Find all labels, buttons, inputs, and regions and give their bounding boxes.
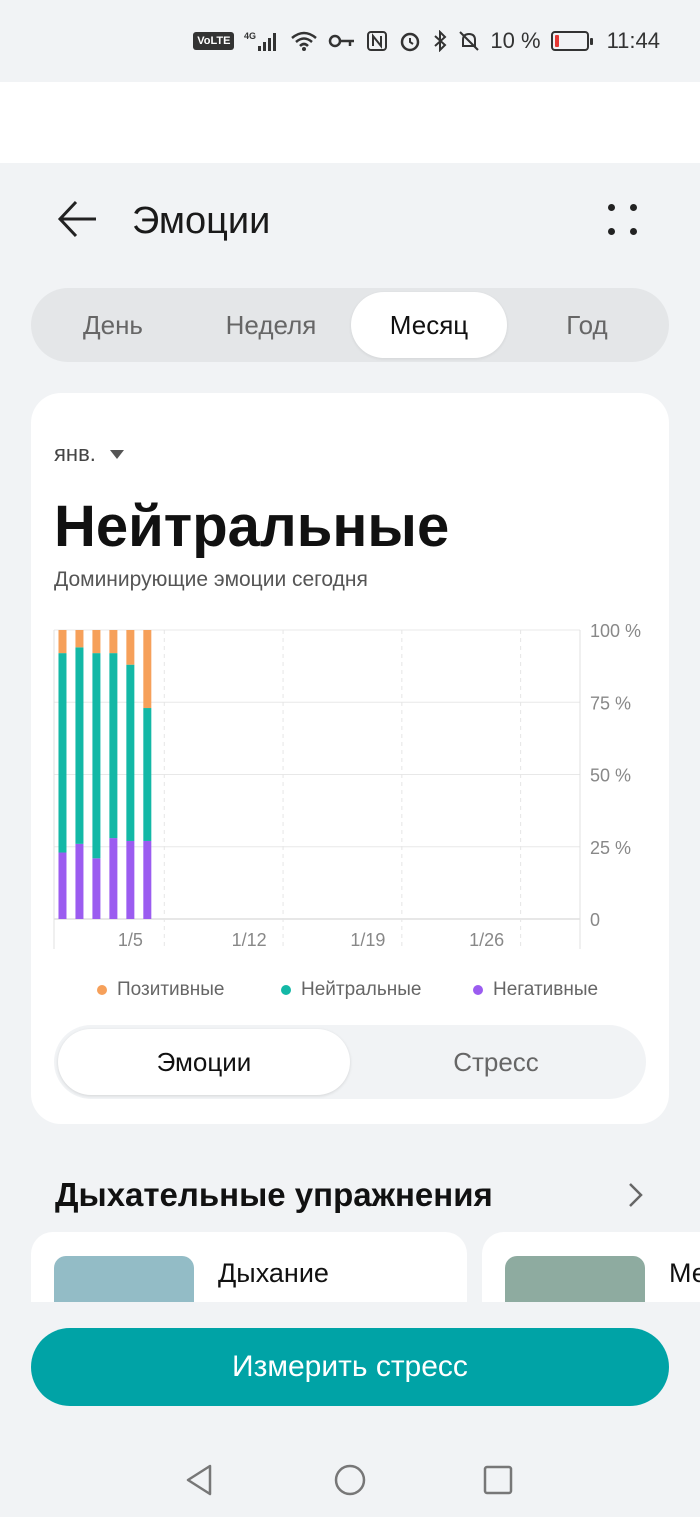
y-tick-label: 25 % <box>590 838 631 858</box>
bar-segment <box>126 664 135 841</box>
bar-segment <box>126 840 135 919</box>
breathing-card-image <box>54 1256 194 1302</box>
dominant-subtitle: Доминирующие эмоции сегодня <box>54 568 368 591</box>
arrow-left-icon[interactable] <box>52 194 102 244</box>
more-dots-icon[interactable] <box>600 198 644 242</box>
mode-toggle: Эмоции Стресс <box>54 1025 646 1099</box>
app-bar: Эмоции <box>0 180 700 260</box>
mute-icon <box>458 30 480 52</box>
bar-segment <box>58 653 67 853</box>
clock: 11:44 <box>606 28 660 53</box>
tab-day[interactable]: День <box>35 292 191 358</box>
breathing-card-second[interactable]: Ме <box>482 1232 700 1302</box>
month-selector[interactable]: янв. <box>54 441 124 467</box>
key-icon <box>328 30 356 52</box>
battery-icon <box>550 31 593 51</box>
dominant-emotion: Нейтральные <box>54 494 450 559</box>
system-nav-bar <box>0 1440 700 1517</box>
bar-segment <box>92 630 101 654</box>
banner-area <box>0 82 700 163</box>
bar-segment <box>75 843 84 919</box>
chart-svg: 100 % 75 % 50 % 25 % 0 1/5 1/12 1/19 1/26 <box>53 621 641 950</box>
page-title: Эмоции <box>132 200 271 242</box>
x-tick-label: 1/26 <box>469 930 504 950</box>
tab-year[interactable]: Год <box>509 292 665 358</box>
bar-segment <box>92 858 101 919</box>
bar-segment <box>143 840 152 919</box>
status-bar: VoLTE 4G 10 % 11:44 <box>0 0 700 82</box>
bar-segment <box>58 630 67 654</box>
chevron-right-icon[interactable] <box>620 1180 650 1210</box>
toggle-emotions[interactable]: Эмоции <box>58 1029 350 1095</box>
signal-icon: 4G <box>244 30 280 52</box>
breathing-carousel: Дыхание Ме <box>0 1232 700 1302</box>
bar-segment <box>58 852 67 919</box>
legend-dot-positive <box>97 985 107 995</box>
breathing-card-title: Дыхание <box>218 1258 329 1288</box>
bar-segment <box>143 708 152 841</box>
chart-legend: Позитивные Нейтральные Негативные <box>31 979 669 1009</box>
bar-segment <box>75 647 84 844</box>
y-tick-label: 0 <box>590 910 600 930</box>
battery-percent: 10 % <box>490 28 541 53</box>
bar-segment <box>75 630 84 648</box>
network-label: 4G <box>244 31 256 41</box>
wifi-icon <box>290 30 318 52</box>
emotions-card: янв. Нейтральные Доминирующие эмоции сег… <box>31 393 669 1124</box>
period-tabs: День Неделя Месяц Год <box>31 288 669 362</box>
bar-segment <box>143 630 152 709</box>
y-tick-label: 50 % <box>590 766 631 786</box>
breathing-card-image <box>505 1256 645 1302</box>
legend-label-positive: Позитивные <box>117 979 225 1000</box>
bar-segment <box>109 838 118 919</box>
breathing-card-title: Ме <box>669 1258 700 1288</box>
legend-item-negative: Негативные <box>473 979 598 1001</box>
legend-item-positive: Позитивные <box>97 979 224 1001</box>
volte-badge: VoLTE <box>193 32 235 50</box>
nfc-icon <box>366 30 388 52</box>
y-tick-label: 75 % <box>590 693 631 713</box>
month-label: янв. <box>54 441 96 466</box>
legend-label-negative: Негативные <box>493 979 599 1000</box>
nav-back-icon[interactable] <box>182 1462 218 1498</box>
legend-label-neutral: Нейтральные <box>301 979 422 1000</box>
y-tick-label: 100 % <box>590 621 641 641</box>
bar-segment <box>109 630 118 654</box>
tab-month[interactable]: Месяц <box>351 292 507 358</box>
measure-stress-button[interactable]: Измерить стресс <box>31 1328 669 1406</box>
nav-recents-icon[interactable] <box>480 1462 516 1498</box>
dropdown-triangle-icon <box>109 449 124 459</box>
legend-dot-neutral <box>281 985 291 995</box>
x-tick-label: 1/12 <box>232 930 267 950</box>
alarm-icon <box>398 30 422 52</box>
bar-segment <box>92 653 101 859</box>
toggle-stress[interactable]: Стресс <box>350 1029 642 1095</box>
tab-week[interactable]: Неделя <box>193 292 349 358</box>
nav-home-icon[interactable] <box>332 1462 368 1498</box>
legend-item-neutral: Нейтральные <box>281 979 421 1001</box>
breathing-section-title: Дыхательные упражнения <box>55 1176 493 1213</box>
bluetooth-icon <box>432 30 448 52</box>
x-tick-label: 1/19 <box>350 930 385 950</box>
legend-dot-negative <box>473 985 483 995</box>
bar-segment <box>126 630 135 665</box>
x-tick-label: 1/5 <box>118 930 143 950</box>
breathing-card-diaphragm[interactable]: Дыхание <box>31 1232 467 1302</box>
emotions-chart: 100 % 75 % 50 % 25 % 0 1/5 1/12 1/19 1/26 <box>31 615 669 955</box>
bar-segment <box>109 653 118 839</box>
